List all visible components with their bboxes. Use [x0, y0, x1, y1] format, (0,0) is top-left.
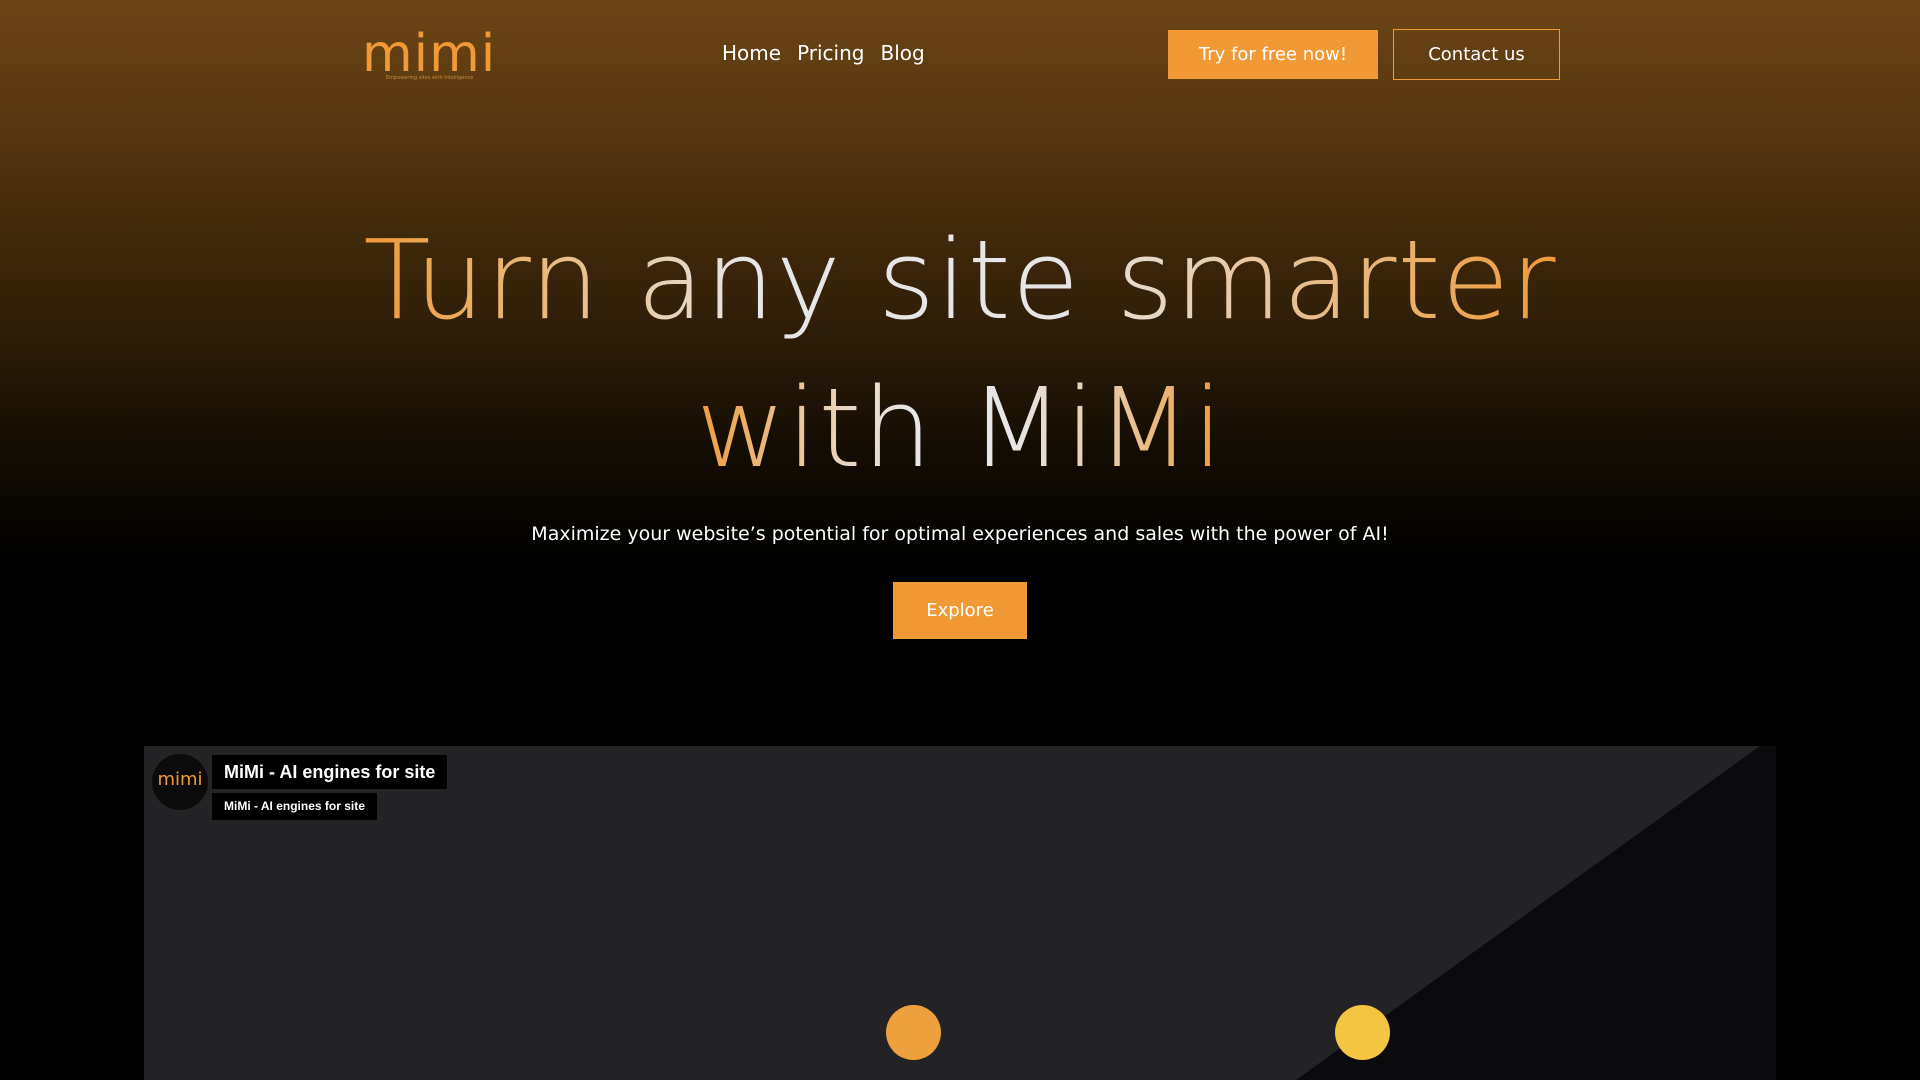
nav-link-home[interactable]: Home: [722, 38, 781, 68]
orange-circle-graphic: [886, 1005, 941, 1060]
landing-page: mimi Empowering sites with Intelligence …: [0, 0, 1920, 1080]
hero-subtitle: Maximize your website’s potential for op…: [531, 523, 1389, 545]
main-nav: Home Pricing Blog: [722, 38, 925, 68]
video-title[interactable]: MiMi - AI engines for site: [212, 755, 448, 789]
video-background-shape: [1296, 746, 1776, 1080]
hero-headline-text-1: Turn any site smarter: [363, 216, 1557, 344]
try-for-free-button[interactable]: Try for free now!: [1168, 30, 1378, 79]
video-embed[interactable]: mimi MiMi - AI engines for site MiMi - A…: [144, 746, 1776, 1080]
logo-wordmark: mimi: [362, 24, 497, 84]
nav-link-blog[interactable]: Blog: [880, 38, 924, 68]
logo[interactable]: mimi Empowering sites with Intelligence: [362, 26, 495, 86]
explore-button[interactable]: Explore: [893, 582, 1027, 639]
video-channel-name[interactable]: MiMi - AI engines for site: [212, 793, 377, 820]
yellow-circle-graphic: [1335, 1005, 1390, 1060]
logo-tagline: Empowering sites with Intelligence: [386, 75, 474, 81]
hero-headline-text-2: with MiMi: [695, 364, 1225, 492]
contact-us-button[interactable]: Contact us: [1393, 29, 1560, 80]
channel-avatar-logo: mimi: [157, 769, 203, 790]
channel-avatar[interactable]: mimi: [152, 754, 208, 810]
site-header: mimi Empowering sites with Intelligence …: [0, 0, 1920, 110]
nav-link-pricing[interactable]: Pricing: [797, 38, 864, 68]
hero-headline-line-1: Turn any site smarter: [0, 210, 1920, 350]
hero-headline-line-2: with MiMi: [0, 358, 1920, 498]
